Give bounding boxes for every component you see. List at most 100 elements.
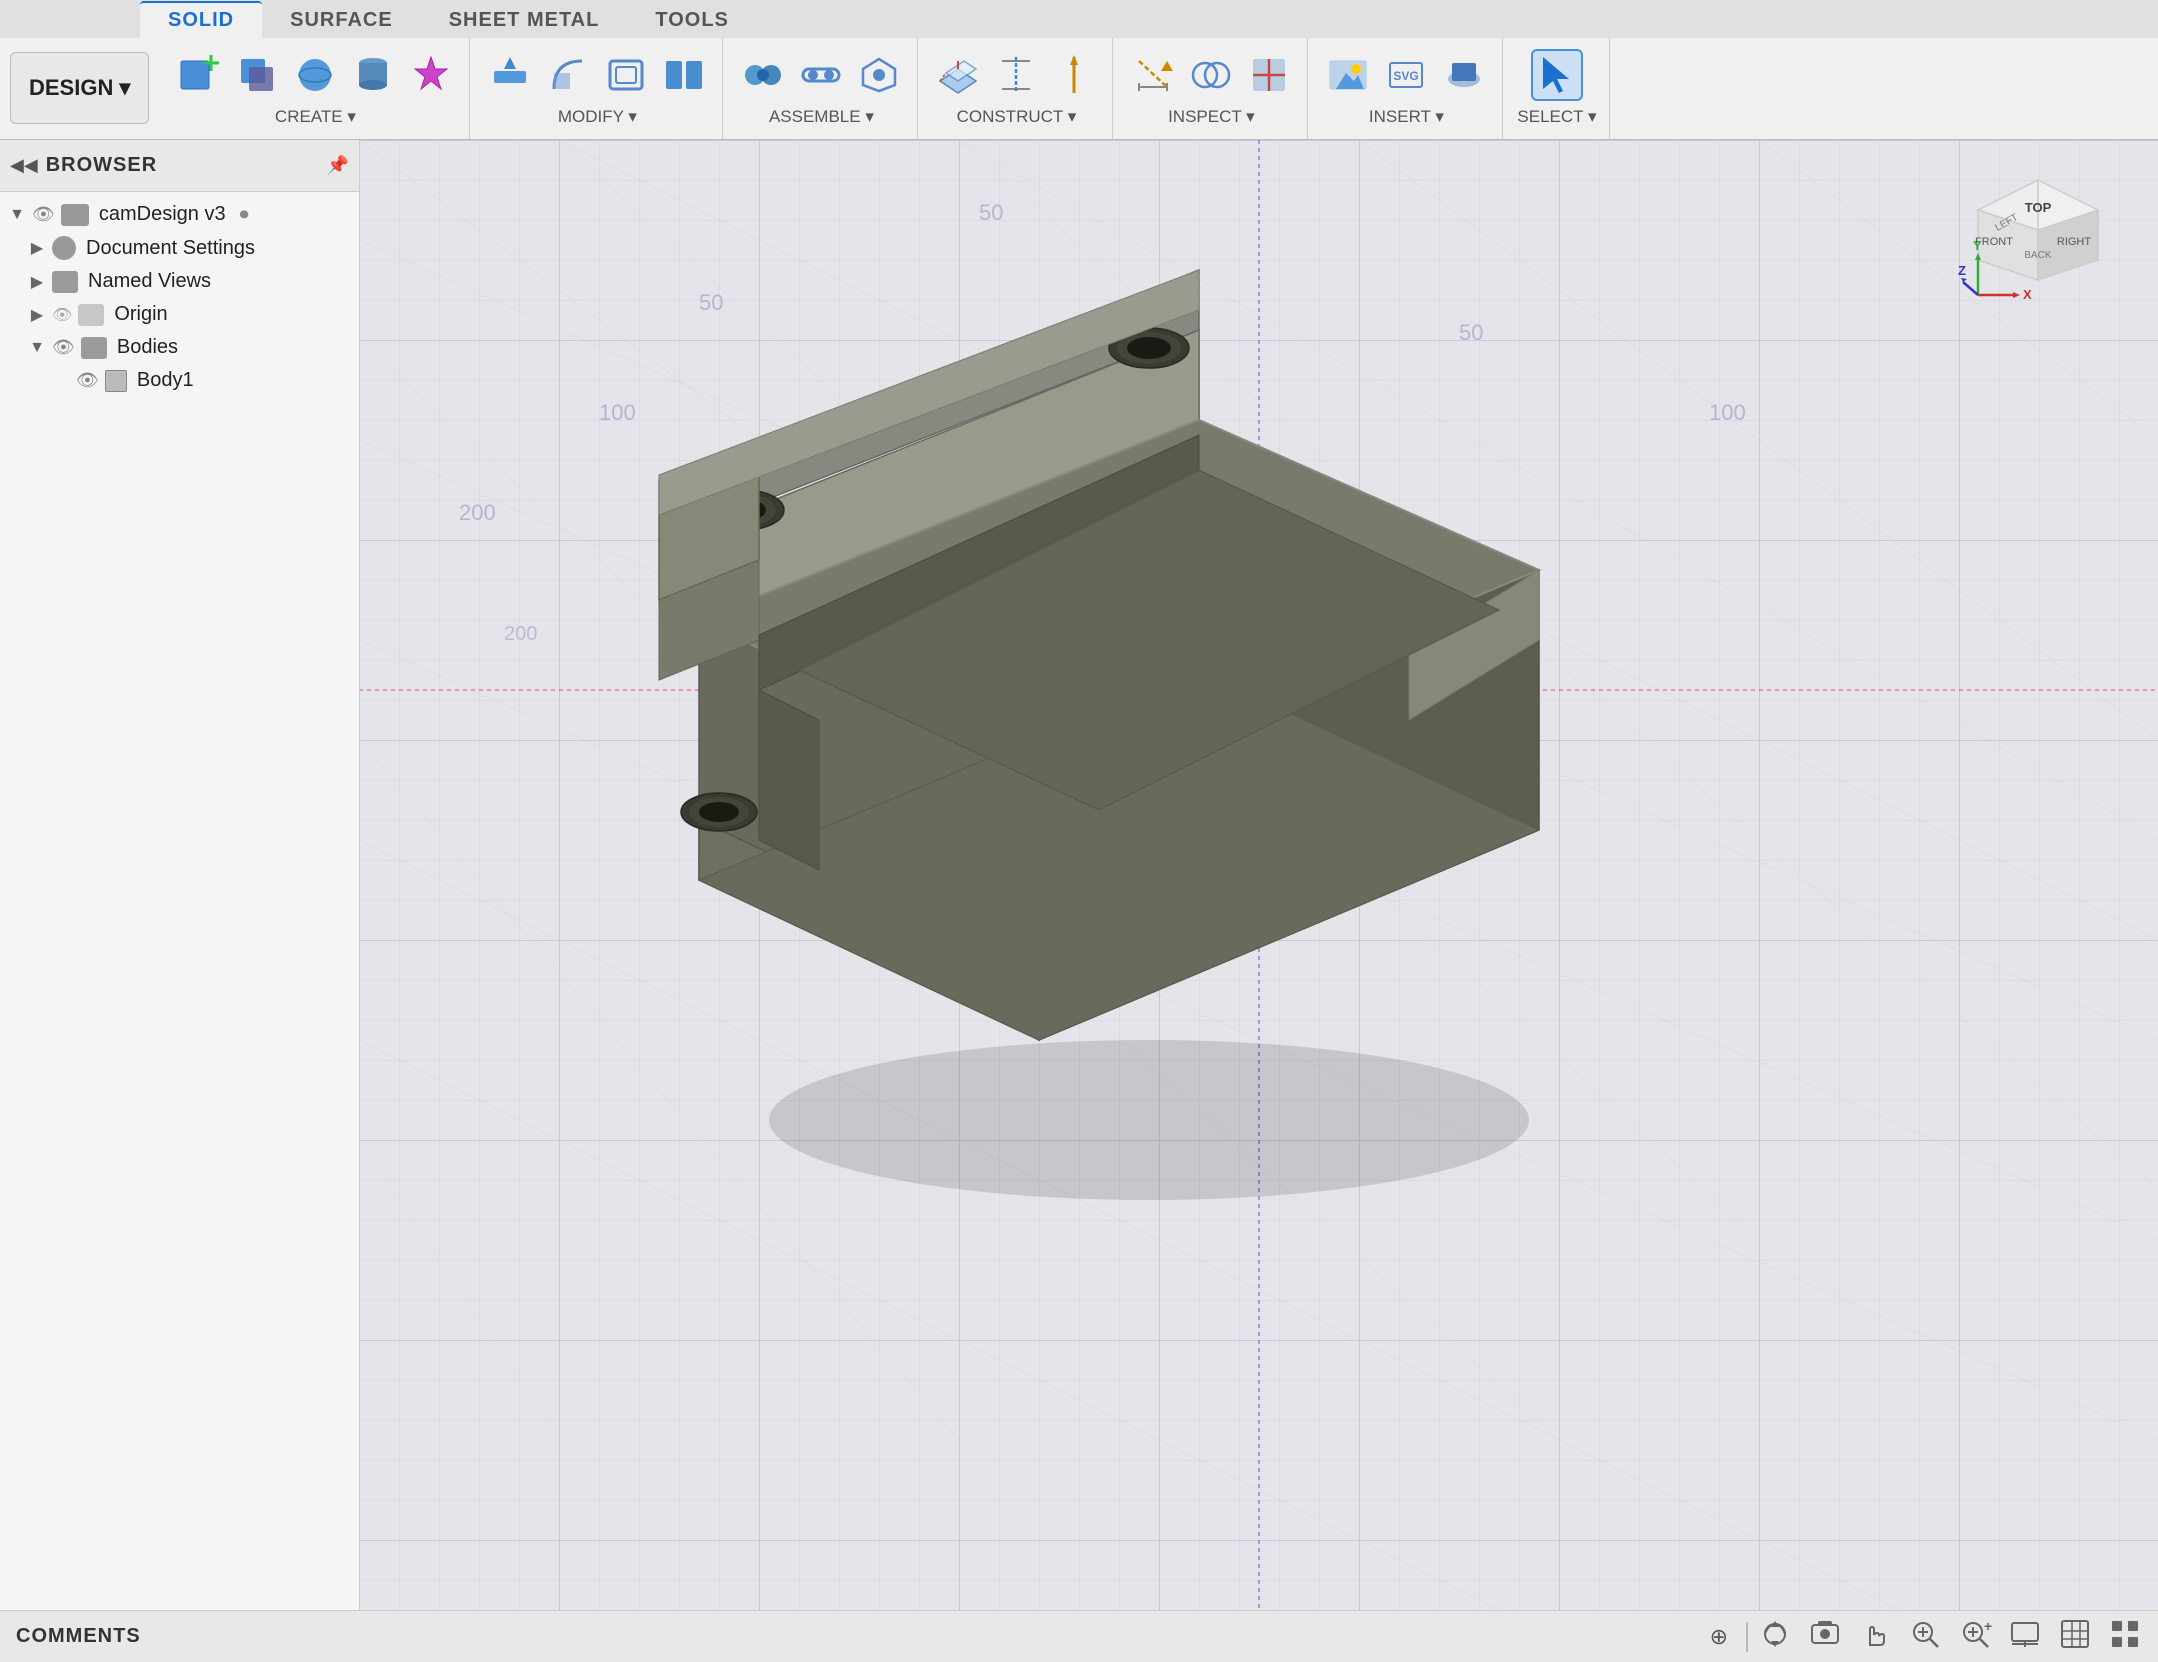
insert-group: SVG INSERT bbox=[1310, 38, 1503, 139]
grid-toggle-icon[interactable] bbox=[2058, 1617, 2092, 1657]
pan-tool-icon[interactable] bbox=[1858, 1617, 1892, 1657]
modify-label[interactable]: MODIFY bbox=[558, 107, 637, 127]
sphere-icon[interactable] bbox=[289, 49, 341, 101]
svg-text:Y: Y bbox=[1973, 238, 1982, 253]
root-eye-icon[interactable]: 👁 bbox=[32, 204, 55, 225]
assemble-group: ASSEMBLE bbox=[725, 38, 918, 139]
statusbar-divider bbox=[1746, 1622, 1748, 1652]
insert-icons: SVG bbox=[1322, 49, 1490, 101]
svg-text:50: 50 bbox=[979, 200, 1003, 225]
motion-link-icon[interactable] bbox=[795, 49, 847, 101]
modify-group: MODIFY bbox=[472, 38, 723, 139]
inspect-label[interactable]: INSPECT bbox=[1168, 107, 1255, 127]
bodies-eye-icon[interactable]: 👁 bbox=[52, 337, 75, 358]
origin-label: Origin bbox=[114, 303, 167, 326]
design-button[interactable]: DESIGN ▾ bbox=[10, 52, 149, 124]
viewport[interactable]: 50 50 100 50 100 200 bbox=[360, 140, 2158, 1610]
zoom-fit-icon[interactable] bbox=[1908, 1617, 1942, 1657]
origin-folder-icon bbox=[78, 304, 104, 326]
decal-icon[interactable] bbox=[1438, 49, 1490, 101]
axis-icon[interactable] bbox=[1048, 49, 1100, 101]
push-pull-icon[interactable] bbox=[484, 49, 536, 101]
as-built-joint-icon[interactable] bbox=[853, 49, 905, 101]
root-record-icon: ⏺ bbox=[240, 204, 249, 225]
section-analysis-icon[interactable] bbox=[1243, 49, 1295, 101]
browser-collapse-icon[interactable]: ◀◀ bbox=[10, 155, 38, 176]
sidebar: ◀◀ BROWSER 📌 ▼ 👁 camDesign v3 ⏺ ▶ Docume… bbox=[0, 140, 360, 1610]
body1-body-icon bbox=[105, 370, 127, 392]
root-doc-icon bbox=[61, 204, 89, 226]
tab-sheet-metal[interactable]: SHEET METAL bbox=[421, 3, 628, 38]
svg-text:SVG: SVG bbox=[1394, 69, 1419, 83]
inspect-group: INSPECT bbox=[1115, 38, 1308, 139]
shell-icon[interactable] bbox=[600, 49, 652, 101]
tree-item-root[interactable]: ▼ 👁 camDesign v3 ⏺ bbox=[0, 198, 359, 231]
fillet-icon[interactable] bbox=[542, 49, 594, 101]
svg-text:100: 100 bbox=[1709, 400, 1746, 425]
insert-label[interactable]: INSERT bbox=[1369, 107, 1444, 127]
bodies-folder-icon bbox=[81, 337, 107, 359]
measure-icon[interactable] bbox=[1127, 49, 1179, 101]
svg-text:50: 50 bbox=[1459, 320, 1483, 345]
tab-tools[interactable]: TOOLS bbox=[627, 3, 757, 38]
construct-icons bbox=[932, 49, 1100, 101]
insert-svg-icon[interactable]: SVG bbox=[1380, 49, 1432, 101]
construct-label[interactable]: CONSTRUCT bbox=[957, 107, 1077, 127]
svg-text:X: X bbox=[2023, 287, 2032, 302]
split-icon[interactable] bbox=[658, 49, 710, 101]
camera-tool-icon[interactable] bbox=[1808, 1617, 1842, 1657]
tab-surface[interactable]: SURFACE bbox=[262, 3, 421, 38]
svg-text:200: 200 bbox=[504, 623, 537, 645]
select-label[interactable]: SELECT bbox=[1517, 107, 1596, 127]
named-views-chevron-icon: ▶ bbox=[28, 272, 46, 292]
svg-text:Z: Z bbox=[1958, 263, 1966, 278]
body1-label: Body1 bbox=[137, 369, 194, 392]
named-views-folder-icon bbox=[52, 271, 78, 293]
tree-item-body1[interactable]: 👁 Body1 bbox=[0, 364, 359, 397]
tree-item-origin[interactable]: ▶ 👁 Origin bbox=[0, 298, 359, 331]
offset-plane-icon[interactable] bbox=[932, 49, 984, 101]
comments-label[interactable]: COMMENTS bbox=[16, 1625, 1710, 1648]
combine-icon[interactable] bbox=[405, 49, 457, 101]
create-label[interactable]: CREATE bbox=[275, 107, 356, 127]
tab-solid[interactable]: SOLID bbox=[140, 1, 262, 38]
cylinder-icon[interactable] bbox=[347, 49, 399, 101]
body1-eye-icon[interactable]: 👁 bbox=[76, 370, 99, 391]
svg-text:100: 100 bbox=[599, 400, 636, 425]
origin-chevron-icon: ▶ bbox=[28, 305, 46, 325]
root-label: camDesign v3 bbox=[99, 203, 226, 226]
insert-image-icon[interactable] bbox=[1322, 49, 1374, 101]
assemble-label[interactable]: ASSEMBLE bbox=[769, 107, 874, 127]
doc-settings-gear-icon bbox=[52, 236, 76, 260]
interference-icon[interactable] bbox=[1185, 49, 1237, 101]
tree-item-named-views[interactable]: ▶ Named Views bbox=[0, 265, 359, 298]
svg-text:200: 200 bbox=[459, 500, 496, 525]
statusbar: COMMENTS ⊕ bbox=[0, 1610, 2158, 1662]
svg-text:+: + bbox=[1984, 1618, 1992, 1634]
joint-icon[interactable] bbox=[737, 49, 789, 101]
svg-text:50: 50 bbox=[699, 290, 723, 315]
tools-row: DESIGN ▾ bbox=[0, 38, 2158, 139]
midplane-icon[interactable] bbox=[990, 49, 1042, 101]
inspect-icons bbox=[1127, 49, 1295, 101]
browser-header: ◀◀ BROWSER 📌 bbox=[0, 140, 359, 192]
view-modes-icon[interactable] bbox=[2108, 1617, 2142, 1657]
grid-background: 50 50 100 50 100 200 bbox=[360, 140, 2158, 1610]
tree-item-doc-settings[interactable]: ▶ Document Settings bbox=[0, 231, 359, 265]
new-component-icon[interactable] bbox=[173, 49, 225, 101]
svg-text:TOP: TOP bbox=[2025, 200, 2052, 215]
select-icon[interactable] bbox=[1531, 49, 1583, 101]
add-comment-button[interactable]: ⊕ bbox=[1710, 1624, 1728, 1650]
view-cube[interactable]: TOP FRONT RIGHT BACK LEFT X Y Z bbox=[1958, 170, 2118, 310]
display-mode-icon[interactable] bbox=[2008, 1617, 2042, 1657]
browser-pin-icon[interactable]: 📌 bbox=[327, 155, 349, 176]
tree-item-bodies[interactable]: ▼ 👁 Bodies bbox=[0, 331, 359, 364]
main-area: ◀◀ BROWSER 📌 ▼ 👁 camDesign v3 ⏺ ▶ Docume… bbox=[0, 140, 2158, 1610]
orbit-tool-icon[interactable] bbox=[1758, 1617, 1792, 1657]
browser-title: BROWSER bbox=[46, 154, 157, 177]
statusbar-tools: + bbox=[1758, 1617, 2142, 1657]
zoom-in-icon[interactable]: + bbox=[1958, 1617, 1992, 1657]
doc-settings-label: Document Settings bbox=[86, 237, 255, 260]
origin-eye-icon[interactable]: 👁 bbox=[52, 305, 72, 325]
extrude-icon[interactable] bbox=[231, 49, 283, 101]
